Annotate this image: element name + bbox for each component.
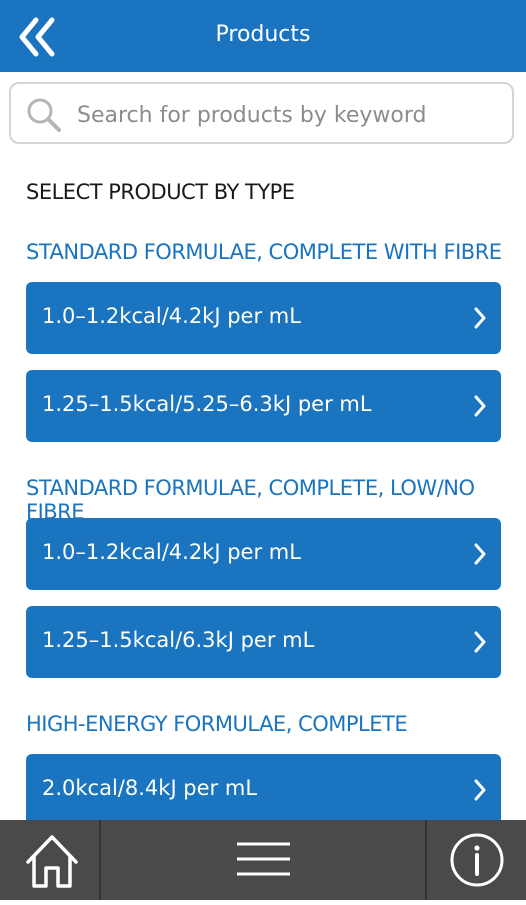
page-title: Products: [215, 22, 311, 47]
product-type-button[interactable]: 2.0kcal/8.4kJ per mL: [26, 754, 501, 826]
hamburger-menu-icon: [237, 842, 290, 876]
home-button[interactable]: [0, 820, 100, 900]
chevron-right-icon: [474, 307, 486, 329]
search-input[interactable]: [75, 96, 499, 134]
search-icon: [27, 98, 61, 132]
info-button[interactable]: [427, 820, 526, 900]
product-type-label: 1.25–1.5kcal/6.3kJ per mL: [42, 628, 315, 652]
bottom-tab-bar: [0, 820, 526, 900]
chevron-right-icon: [474, 395, 486, 417]
app-header: Products: [0, 0, 526, 72]
search-bar[interactable]: [9, 82, 514, 144]
chevron-right-icon: [474, 631, 486, 653]
product-type-label: 1.0–1.2kcal/4.2kJ per mL: [42, 540, 301, 564]
chevron-right-icon: [474, 779, 486, 801]
home-icon: [26, 835, 78, 888]
product-type-label: 2.0kcal/8.4kJ per mL: [42, 776, 258, 800]
product-type-button[interactable]: 1.0–1.2kcal/4.2kJ per mL: [26, 282, 501, 354]
select-product-heading: SELECT PRODUCT BY TYPE: [26, 180, 295, 204]
info-icon: [450, 833, 504, 887]
product-type-button[interactable]: 1.25–1.5kcal/5.25–6.3kJ per mL: [26, 370, 501, 442]
product-type-button[interactable]: 1.0–1.2kcal/4.2kJ per mL: [26, 518, 501, 590]
section-title-high-energy: HIGH-ENERGY FORMULAE, COMPLETE: [26, 712, 408, 736]
section-title-standard-with-fibre: STANDARD FORMULAE, COMPLETE WITH FIBRE: [26, 240, 502, 264]
section-title-standard-low-fibre: STANDARD FORMULAE, COMPLETE, LOW/NO FIBR…: [26, 476, 475, 524]
chevron-right-icon: [474, 543, 486, 565]
menu-button[interactable]: [101, 820, 426, 900]
product-type-label: 1.0–1.2kcal/4.2kJ per mL: [42, 304, 301, 328]
product-type-button[interactable]: 1.25–1.5kcal/6.3kJ per mL: [26, 606, 501, 678]
product-type-label: 1.25–1.5kcal/5.25–6.3kJ per mL: [42, 392, 372, 416]
